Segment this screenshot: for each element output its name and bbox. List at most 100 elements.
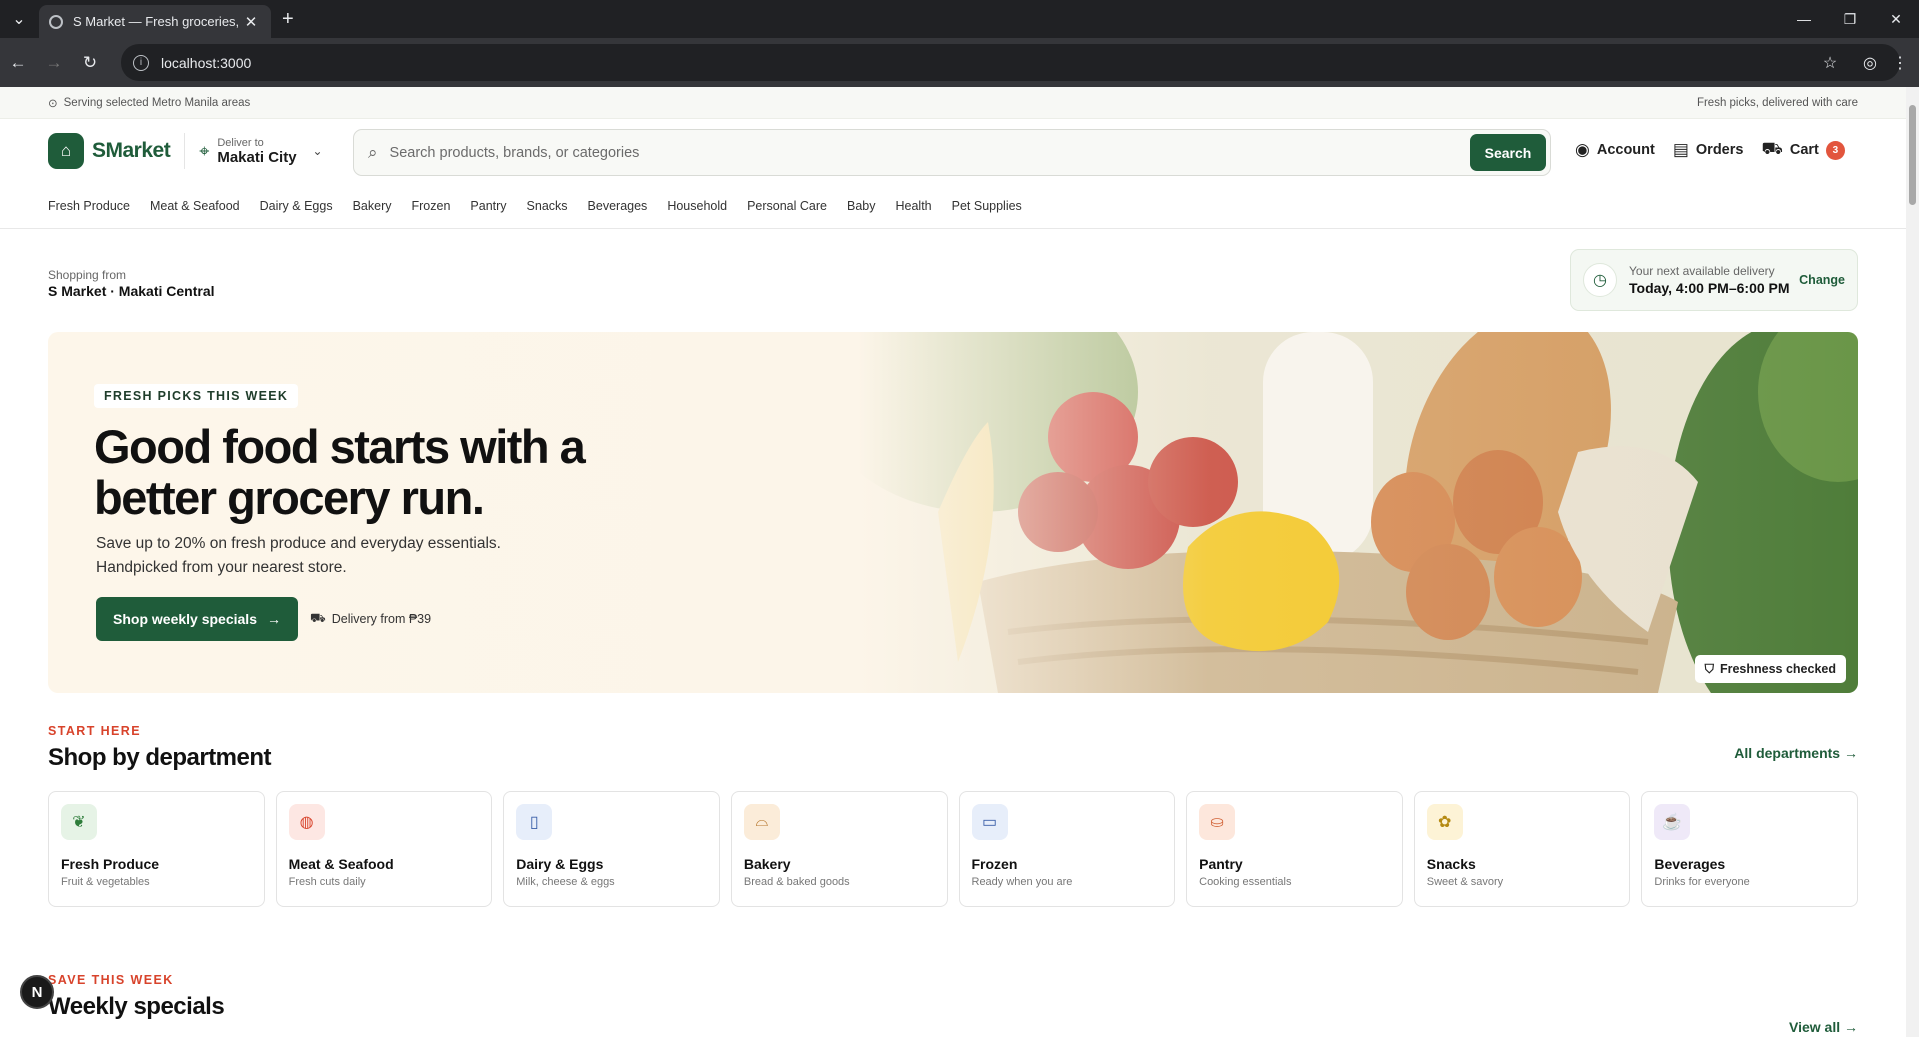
search-input[interactable]: Search products, brands, or categories [390, 145, 1470, 161]
department-card[interactable]: ▭ Frozen Ready when you are [958, 791, 1176, 907]
section-title: Shop by department [48, 744, 272, 771]
department-card[interactable]: ☕ Beverages Drinks for everyone [1641, 791, 1858, 907]
logo[interactable]: ⌂ SMarket [48, 133, 171, 169]
cup-icon: ☕ [1654, 804, 1691, 840]
hero-chip: FRESH PICKS THIS WEEK [94, 384, 299, 408]
cart-link[interactable]: ⛟ Cart 3 [1761, 139, 1845, 161]
department-card[interactable]: ▯ Dairy & Eggs Milk, cheese & eggs [503, 791, 720, 907]
category-link[interactable]: Pantry [470, 199, 506, 213]
orders-label: Orders [1695, 142, 1744, 158]
view-all-label: View all [1789, 1019, 1841, 1035]
delivery-label: Your next available delivery [1629, 264, 1775, 278]
cart-label: Cart [1789, 142, 1819, 158]
new-tab-button[interactable]: + [282, 9, 294, 29]
forward-button[interactable]: → [36, 45, 72, 81]
delivery-note: ⛟ Delivery from ₱39 [310, 611, 431, 627]
department-card[interactable]: ✿ Snacks Sweet & savory [1413, 791, 1631, 907]
section-title: Weekly specials [48, 993, 225, 1020]
clock-icon: ◷ [1583, 263, 1617, 297]
category-link[interactable]: Meat & Seafood [150, 199, 240, 213]
browser-tab[interactable]: S Market — Fresh groceries, de ✕ [39, 5, 271, 38]
tab-title: S Market — Fresh groceries, de [73, 14, 241, 29]
browser-toolbar: ← → ↻ i localhost:3000 ☆ ◎ ⋮ [0, 38, 1919, 87]
department-desc: Sweet & savory [1426, 876, 1504, 888]
category-link[interactable]: Pet Supplies [952, 199, 1022, 213]
account-label: Account [1596, 142, 1655, 158]
site-header: ⌂ SMarket ⌖ Deliver to Makati City ⌄ ⌕ S… [0, 119, 1906, 183]
deliver-label: Deliver to [217, 136, 264, 149]
context-row: Shopping from S Market · Makati Central … [0, 229, 1906, 329]
department-name: Bakery [743, 856, 791, 872]
back-button[interactable]: ← [0, 45, 36, 81]
arrow-right-icon: → [1844, 745, 1858, 761]
all-departments-label: All departments [1734, 745, 1841, 761]
section-eyebrow: SAVE THIS WEEK [48, 973, 174, 987]
freezer-icon: ▭ [971, 804, 1008, 840]
hero-title: Good food starts with a better grocery r… [94, 420, 586, 524]
department-desc: Ready when you are [971, 876, 1073, 888]
orders-link[interactable]: ▤ Orders [1673, 140, 1744, 160]
menu-dots-icon[interactable]: ⋮ [1881, 44, 1919, 81]
page-scrollbar[interactable] [1906, 87, 1919, 1037]
category-link[interactable]: Health [895, 199, 931, 213]
category-link[interactable]: Beverages [588, 199, 648, 213]
change-delivery-link[interactable]: Change [1799, 273, 1845, 287]
deliver-to-selector[interactable]: ⌖ Deliver to Makati City ⌄ [199, 137, 322, 166]
department-card[interactable]: ❦ Fresh Produce Fruit & vegetables [48, 791, 265, 907]
arrow-right-icon: → [1844, 1019, 1858, 1035]
minimize-button[interactable]: — [1781, 0, 1827, 38]
departments-grid: ❦ Fresh Produce Fruit & vegetables ◍ Meat & … [48, 791, 1858, 907]
category-link[interactable]: Dairy & Eggs [260, 199, 333, 213]
restore-button[interactable]: ❐ [1827, 0, 1873, 38]
category-link[interactable]: Bakery [353, 199, 392, 213]
close-window-button[interactable]: ✕ [1873, 0, 1919, 38]
department-desc: Fruit & vegetables [61, 876, 150, 888]
store-label: Shopping from [48, 268, 127, 282]
globe-icon [49, 14, 63, 29]
tab-list-button[interactable]: ⌄ [0, 0, 38, 38]
clipboard-icon: ▤ [1672, 140, 1689, 159]
user-icon: ◉ [1575, 140, 1590, 159]
departments-section: START HERE Shop by department All depart… [48, 724, 1858, 772]
category-link[interactable]: Baby [847, 199, 876, 213]
section-eyebrow: START HERE [48, 724, 141, 738]
hero-banner: FRESH PICKS THIS WEEK Good food starts w… [48, 332, 1858, 693]
reload-button[interactable]: ↻ [72, 45, 108, 81]
divider [184, 133, 186, 169]
scrollbar-thumb[interactable] [1909, 105, 1916, 205]
search-bar: ⌕ Search products, brands, or categories… [353, 129, 1551, 176]
browser-tabbar: ⌄ S Market — Fresh groceries, de ✕ + — ❐… [0, 0, 1919, 38]
cookie-icon: ✿ [1426, 804, 1463, 840]
all-departments-link[interactable]: All departments → [1734, 745, 1858, 761]
close-tab-icon[interactable]: ✕ [241, 13, 261, 31]
department-desc: Milk, cheese & eggs [516, 876, 615, 888]
steak-icon: ◍ [288, 804, 325, 840]
hero-subtitle: Save up to 20% on fresh produce and ever… [96, 535, 501, 576]
department-card[interactable]: ⛀ Pantry Cooking essentials [1186, 791, 1403, 907]
shield-check-icon: ⛉ [1704, 661, 1714, 676]
brand-name: SMarket [92, 139, 171, 162]
category-link[interactable]: Household [667, 199, 727, 213]
category-link[interactable]: Frozen [412, 199, 451, 213]
department-name: Pantry [1199, 856, 1243, 872]
department-desc: Cooking essentials [1199, 876, 1292, 888]
account-link[interactable]: ◉ Account [1575, 140, 1655, 160]
department-card[interactable]: ⌓ Bakery Bread & baked goods [730, 791, 948, 907]
search-button[interactable]: Search [1470, 134, 1546, 171]
department-name: Beverages [1654, 856, 1726, 872]
department-desc: Bread & baked goods [743, 876, 850, 888]
view-all-link[interactable]: View all → [1789, 1019, 1858, 1035]
bookmark-star-icon[interactable]: ☆ [1811, 44, 1849, 81]
site-info-icon[interactable]: i [133, 54, 149, 71]
dev-overlay-badge[interactable]: N [20, 975, 54, 1009]
category-link[interactable]: Personal Care [747, 199, 827, 213]
address-bar[interactable]: i localhost:3000 [121, 44, 1900, 81]
department-name: Fresh Produce [61, 856, 160, 872]
shop-weekly-specials-button[interactable]: Shop weekly specials → [96, 597, 298, 641]
delivery-note-text: Delivery from ₱39 [331, 612, 432, 626]
department-desc: Drinks for everyone [1654, 876, 1750, 888]
category-link[interactable]: Snacks [527, 199, 568, 213]
category-link[interactable]: Fresh Produce [48, 199, 130, 213]
department-card[interactable]: ◍ Meat & Seafood Fresh cuts daily [275, 791, 493, 907]
search-icon: ⌕ [368, 142, 378, 162]
